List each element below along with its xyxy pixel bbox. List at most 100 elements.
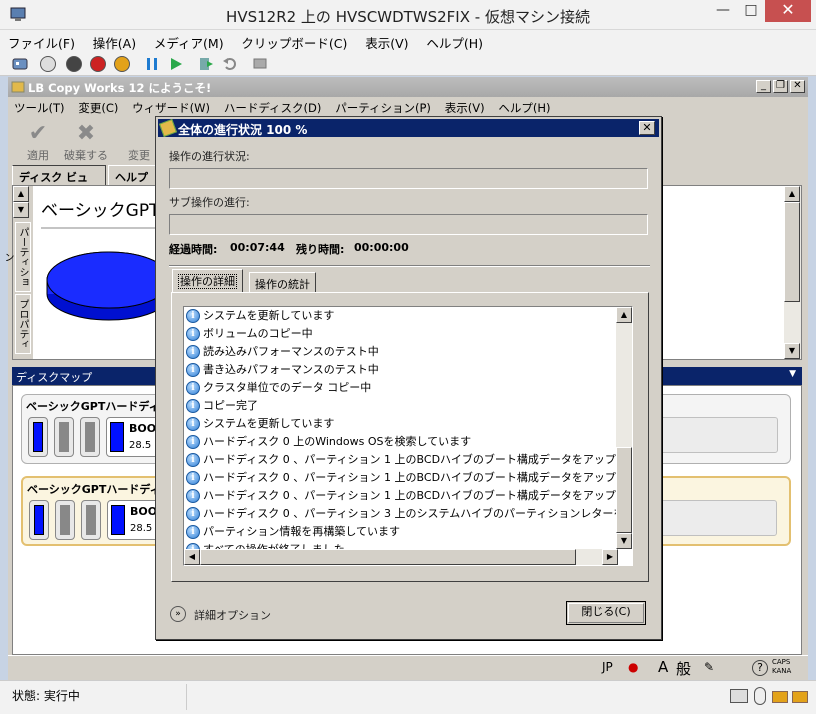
elapsed-value: 00:07:44	[230, 241, 285, 254]
enhanced-session-icon[interactable]	[252, 56, 268, 72]
log-hscroll-thumb[interactable]	[200, 549, 576, 565]
log-scroll-right-button[interactable]: ▶	[602, 549, 618, 565]
scroll-thumb[interactable]	[784, 202, 800, 302]
app-menu-wizard[interactable]: ウィザード(W)	[126, 97, 214, 116]
app-title: LB Copy Works 12 にようこそ!	[28, 81, 212, 95]
list-item: i パーティション情報を再構築しています	[184, 523, 618, 541]
info-icon: i	[186, 327, 200, 341]
help-icon[interactable]: ?	[752, 660, 768, 676]
change-button[interactable]: 変更	[124, 121, 154, 163]
power-icon[interactable]	[114, 56, 130, 72]
info-icon: i	[186, 435, 200, 449]
vm-toolbar	[0, 52, 816, 76]
tab-op-stats[interactable]: 操作の統計	[249, 272, 316, 292]
lock-icon	[772, 691, 788, 703]
vtab-property[interactable]: プロパティ	[15, 294, 31, 354]
app-menu-view[interactable]: 表示(V)	[439, 97, 489, 116]
menu-file[interactable]: ファイル(F)	[0, 30, 81, 52]
menu-view[interactable]: 表示(V)	[357, 30, 414, 52]
log-vscrollbar[interactable]: ▲ ▼	[616, 307, 632, 549]
ime-lang[interactable]: JP	[602, 660, 613, 674]
menu-action[interactable]: 操作(A)	[85, 30, 142, 52]
menu-media[interactable]: メディア(M)	[146, 30, 230, 52]
apply-button[interactable]: ✔ 適用	[22, 121, 54, 163]
info-icon: i	[186, 309, 200, 323]
dialog-close-button[interactable]: ✕	[639, 121, 655, 135]
partition-block[interactable]	[29, 500, 49, 540]
ctrl-alt-del-icon[interactable]	[12, 56, 28, 72]
collapse-chevron-icon[interactable]: ▼	[789, 369, 796, 379]
tab-help[interactable]: ヘルプ	[108, 165, 156, 185]
window-title: HVS12R2 上の HVSCWDTWS2FIX - 仮想マシン接続	[226, 8, 590, 26]
info-icon: i	[186, 363, 200, 377]
list-item: i 書き込みパフォーマンスのテスト中	[184, 361, 618, 379]
tab-op-details[interactable]: 操作の詳細	[172, 269, 243, 292]
dialog-titlebar: 全体の進行状況 100 % ✕	[158, 119, 659, 137]
guest-taskbar: JP ● A 般 ✎ ? CAPS KANA	[8, 655, 808, 680]
list-item: i システムを更新しています	[184, 415, 618, 433]
partition-block[interactable]	[80, 417, 100, 457]
log-items: i システムを更新しています i ボリュームのコピー中 i 読み込みパフォーマンスのテ…	[184, 307, 632, 559]
keyboard-icon	[730, 689, 748, 703]
minimize-button[interactable]: —	[709, 0, 737, 22]
remaining-label: 残り時間:	[296, 243, 345, 256]
ime-general[interactable]: 般	[676, 658, 691, 679]
app-menubar: ツール(T) 変更(C) ウィザード(W) ハードディスク(D) パーティション…	[8, 97, 808, 117]
cross-icon: ✖	[76, 121, 96, 146]
log-scroll-down-button[interactable]: ▼	[616, 533, 632, 549]
start-icon[interactable]	[40, 56, 56, 72]
app-close-button[interactable]: ✕	[790, 80, 805, 93]
lock-icon	[792, 691, 808, 703]
partition-block[interactable]	[28, 417, 48, 457]
partition-block[interactable]	[54, 417, 74, 457]
app-menu-tools[interactable]: ツール(T)	[8, 97, 69, 116]
op-progress-bar	[169, 168, 648, 189]
partition-block[interactable]	[55, 500, 75, 540]
vtab-partition[interactable]: パーティション	[2, 222, 31, 292]
app-menu-partition[interactable]: パーティション(P)	[329, 97, 435, 116]
app-menu-harddisk[interactable]: ハードディスク(D)	[218, 97, 326, 116]
log-scroll-thumb[interactable]	[616, 447, 632, 533]
log-hscrollbar[interactable]: ◀ ▶	[184, 549, 618, 565]
app-restore-button[interactable]: ❐	[773, 80, 788, 93]
shutdown-icon[interactable]	[90, 56, 106, 72]
operation-log[interactable]: i システムを更新しています i ボリュームのコピー中 i 読み込みパフォーマンスのテ…	[183, 306, 633, 566]
details-panel: i システムを更新しています i ボリュームのコピー中 i 読み込みパフォーマンスのテ…	[171, 292, 649, 582]
list-item: i ハードディスク 0 、パーティション 1 上のBCDハイブのブート構成データを…	[184, 451, 632, 469]
scroll-down-button[interactable]: ▼	[13, 202, 29, 218]
info-icon: i	[186, 471, 200, 485]
close-button[interactable]: ✕	[765, 0, 811, 22]
dialog-title: 全体の進行状況 100 %	[178, 123, 308, 137]
log-scroll-up-button[interactable]: ▲	[616, 307, 632, 323]
discard-button[interactable]: ✖ 破棄する	[62, 121, 110, 163]
app-menu-change[interactable]: 変更(C)	[72, 97, 122, 116]
menu-clipboard[interactable]: クリップボード(C)	[233, 30, 353, 52]
expand-options-icon[interactable]: »	[170, 606, 186, 622]
resume-icon[interactable]	[168, 56, 184, 72]
tab-disk-view[interactable]: ディスク ビュー	[12, 165, 106, 200]
scroll-up-button[interactable]: ▲	[13, 186, 29, 202]
caps-indicator: CAPS	[772, 658, 791, 666]
maximize-button[interactable]: □	[737, 0, 765, 22]
ime-tool-icon[interactable]: ✎	[704, 660, 714, 674]
partition-block[interactable]	[81, 500, 101, 540]
advanced-options-link[interactable]: 詳細オプション	[194, 607, 271, 623]
checkmark-icon: ✔	[28, 121, 48, 146]
ime-mode[interactable]: A	[658, 658, 668, 676]
list-item: i クラスタ単位でのデータ コピー中	[184, 379, 618, 397]
info-icon: i	[186, 489, 200, 503]
checkpoint-icon[interactable]	[198, 56, 214, 72]
menu-help[interactable]: ヘルプ(H)	[418, 30, 489, 52]
list-item: i ハードディスク 0 上のWindows OSを検索しています	[184, 433, 618, 451]
app-menu-help[interactable]: ヘルプ(H)	[492, 97, 554, 116]
kana-indicator: KANA	[772, 667, 792, 675]
ime-pad-icon[interactable]: ●	[628, 660, 638, 674]
pause-icon[interactable]	[144, 56, 160, 72]
app-minimize-button[interactable]: _	[756, 80, 771, 93]
close-dialog-button[interactable]: 閉じる(C)	[566, 601, 646, 625]
list-item: i ハードディスク 0 、パーティション 1 上のBCDハイブのブート構成データを…	[184, 469, 632, 487]
turn-off-icon[interactable]	[66, 56, 82, 72]
disk-view-scrollbar[interactable]: ▲ ▼	[784, 186, 801, 359]
revert-icon[interactable]	[222, 56, 238, 72]
log-scroll-left-button[interactable]: ◀	[184, 549, 200, 565]
